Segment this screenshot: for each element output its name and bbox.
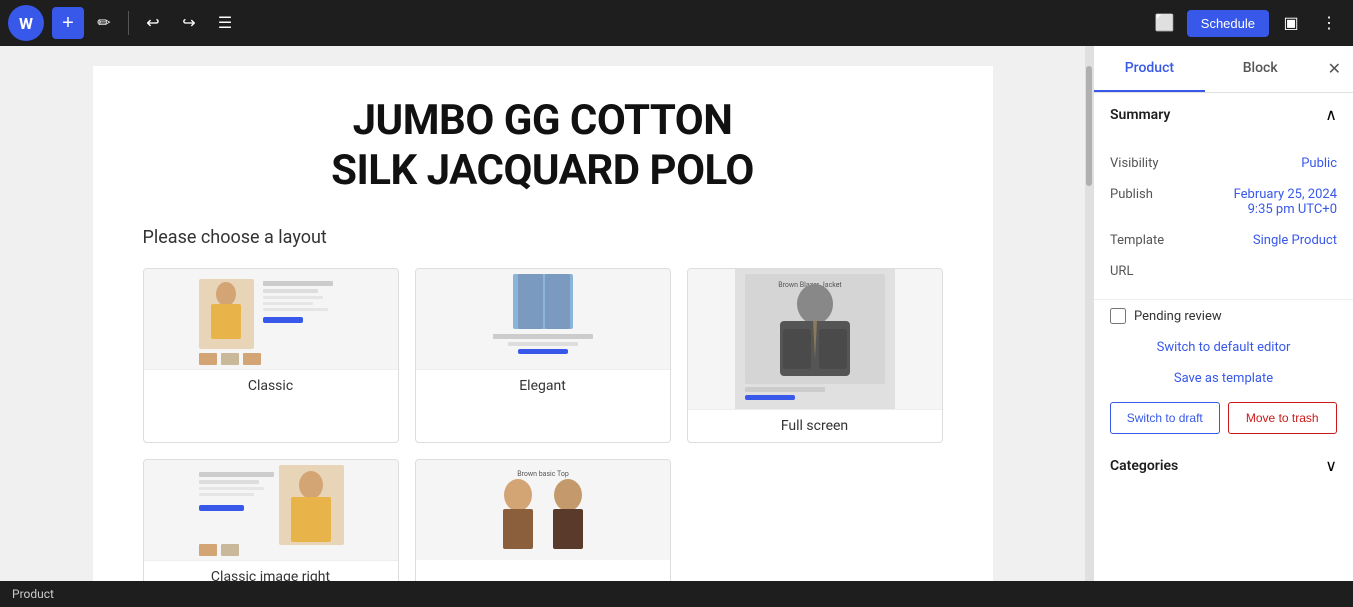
template-label: Template [1110,233,1164,248]
url-row: URL [1110,256,1337,287]
switch-default-editor-link[interactable]: Switch to default editor [1094,332,1353,363]
add-block-button[interactable]: + [52,7,84,39]
pending-review-checkbox[interactable] [1110,308,1126,324]
list-view-button[interactable]: ☰ [209,7,241,39]
template-value[interactable]: Single Product [1253,233,1337,248]
layout-card-fullscreen[interactable]: Brown Blazer Jacket [687,268,943,443]
pending-review-row: Pending review [1094,300,1353,332]
switch-to-draft-button[interactable]: Switch to draft [1110,402,1220,434]
layout-grid: Classic [143,268,943,581]
publish-label: Publish [1110,187,1153,202]
toolbar: W + ✏ ↩ ↪ ☰ ⬜ Schedule ▣ ⋮ [0,0,1353,46]
elegant-thumbnail [416,269,670,369]
status-bar: Product [0,581,1353,607]
categories-section-header[interactable]: Categories ∨ [1094,442,1353,489]
visibility-row: Visibility Public [1110,148,1337,179]
publish-row: Publish February 25, 2024 9:35 pm UTC+0 [1110,179,1337,225]
summary-content: Visibility Public Publish February 25, 2… [1094,136,1353,300]
publish-value[interactable]: February 25, 2024 9:35 pm UTC+0 [1234,187,1337,217]
toolbar-separator [128,11,129,35]
schedule-button[interactable]: Schedule [1187,10,1269,37]
scrollbar-track[interactable] [1085,46,1093,581]
layout-card-elegant[interactable]: Elegant [415,268,671,443]
layout-card-classic-image-right[interactable]: Classic image right [143,459,399,581]
classic-label: Classic [144,369,398,402]
fullscreen-label: Full screen [688,409,942,442]
tab-block[interactable]: Block [1205,46,1316,92]
toolbar-right: ⬜ Schedule ▣ ⋮ [1149,7,1345,39]
layout-card-classic[interactable]: Classic [143,268,399,443]
fullscreen-thumbnail: Brown Blazer Jacket [688,269,942,409]
tab-product[interactable]: Product [1094,46,1205,92]
sidebar: Product Block ✕ Summary ∧ Visibility Pub… [1093,46,1353,581]
summary-collapse-icon: ∧ [1325,105,1337,124]
brown-basic-thumbnail: Brown basic Top [416,460,670,560]
categories-expand-icon: ∨ [1325,456,1337,475]
main-layout: JUMBO GG COTTON SILK JACQUARD POLO Pleas… [0,46,1353,581]
classic-image-right-label: Classic image right [144,560,398,581]
scrollbar-thumb[interactable] [1086,66,1092,186]
redo-button[interactable]: ↪ [173,7,205,39]
classic-image-right-thumbnail [144,460,398,560]
svg-text:Brown basic Top: Brown basic Top [517,470,569,478]
url-label: URL [1110,264,1133,279]
pending-review-label[interactable]: Pending review [1134,309,1222,324]
save-as-template-link[interactable]: Save as template [1094,363,1353,394]
classic-thumbnail [144,269,398,369]
categories-title: Categories [1110,458,1178,474]
sidebar-close-button[interactable]: ✕ [1316,51,1353,87]
product-title: JUMBO GG COTTON SILK JACQUARD POLO [143,96,943,197]
settings-button[interactable]: ▣ [1275,7,1307,39]
editor-content: JUMBO GG COTTON SILK JACQUARD POLO Pleas… [93,66,993,581]
status-text: Product [12,587,54,601]
summary-section-header[interactable]: Summary ∧ [1094,93,1353,136]
move-to-trash-button[interactable]: Move to trash [1228,402,1338,434]
undo-button[interactable]: ↩ [137,7,169,39]
summary-section: Summary ∧ Visibility Public Publish Febr… [1094,93,1353,442]
wp-logo[interactable]: W [8,5,44,41]
preview-button[interactable]: ⬜ [1149,7,1181,39]
sidebar-tabs: Product Block ✕ [1094,46,1353,93]
layout-chooser-label: Please choose a layout [143,227,943,248]
summary-title: Summary [1110,107,1170,123]
visibility-value[interactable]: Public [1301,156,1337,171]
layout-card-brown-basic[interactable]: Brown basic Top [415,459,671,581]
edit-tool-button[interactable]: ✏ [88,7,120,39]
visibility-label: Visibility [1110,156,1159,171]
editor-area: JUMBO GG COTTON SILK JACQUARD POLO Pleas… [0,46,1085,581]
template-row: Template Single Product [1110,225,1337,256]
overflow-menu-button[interactable]: ⋮ [1313,7,1345,39]
elegant-label: Elegant [416,369,670,402]
action-buttons-row: Switch to draft Move to trash [1094,394,1353,442]
